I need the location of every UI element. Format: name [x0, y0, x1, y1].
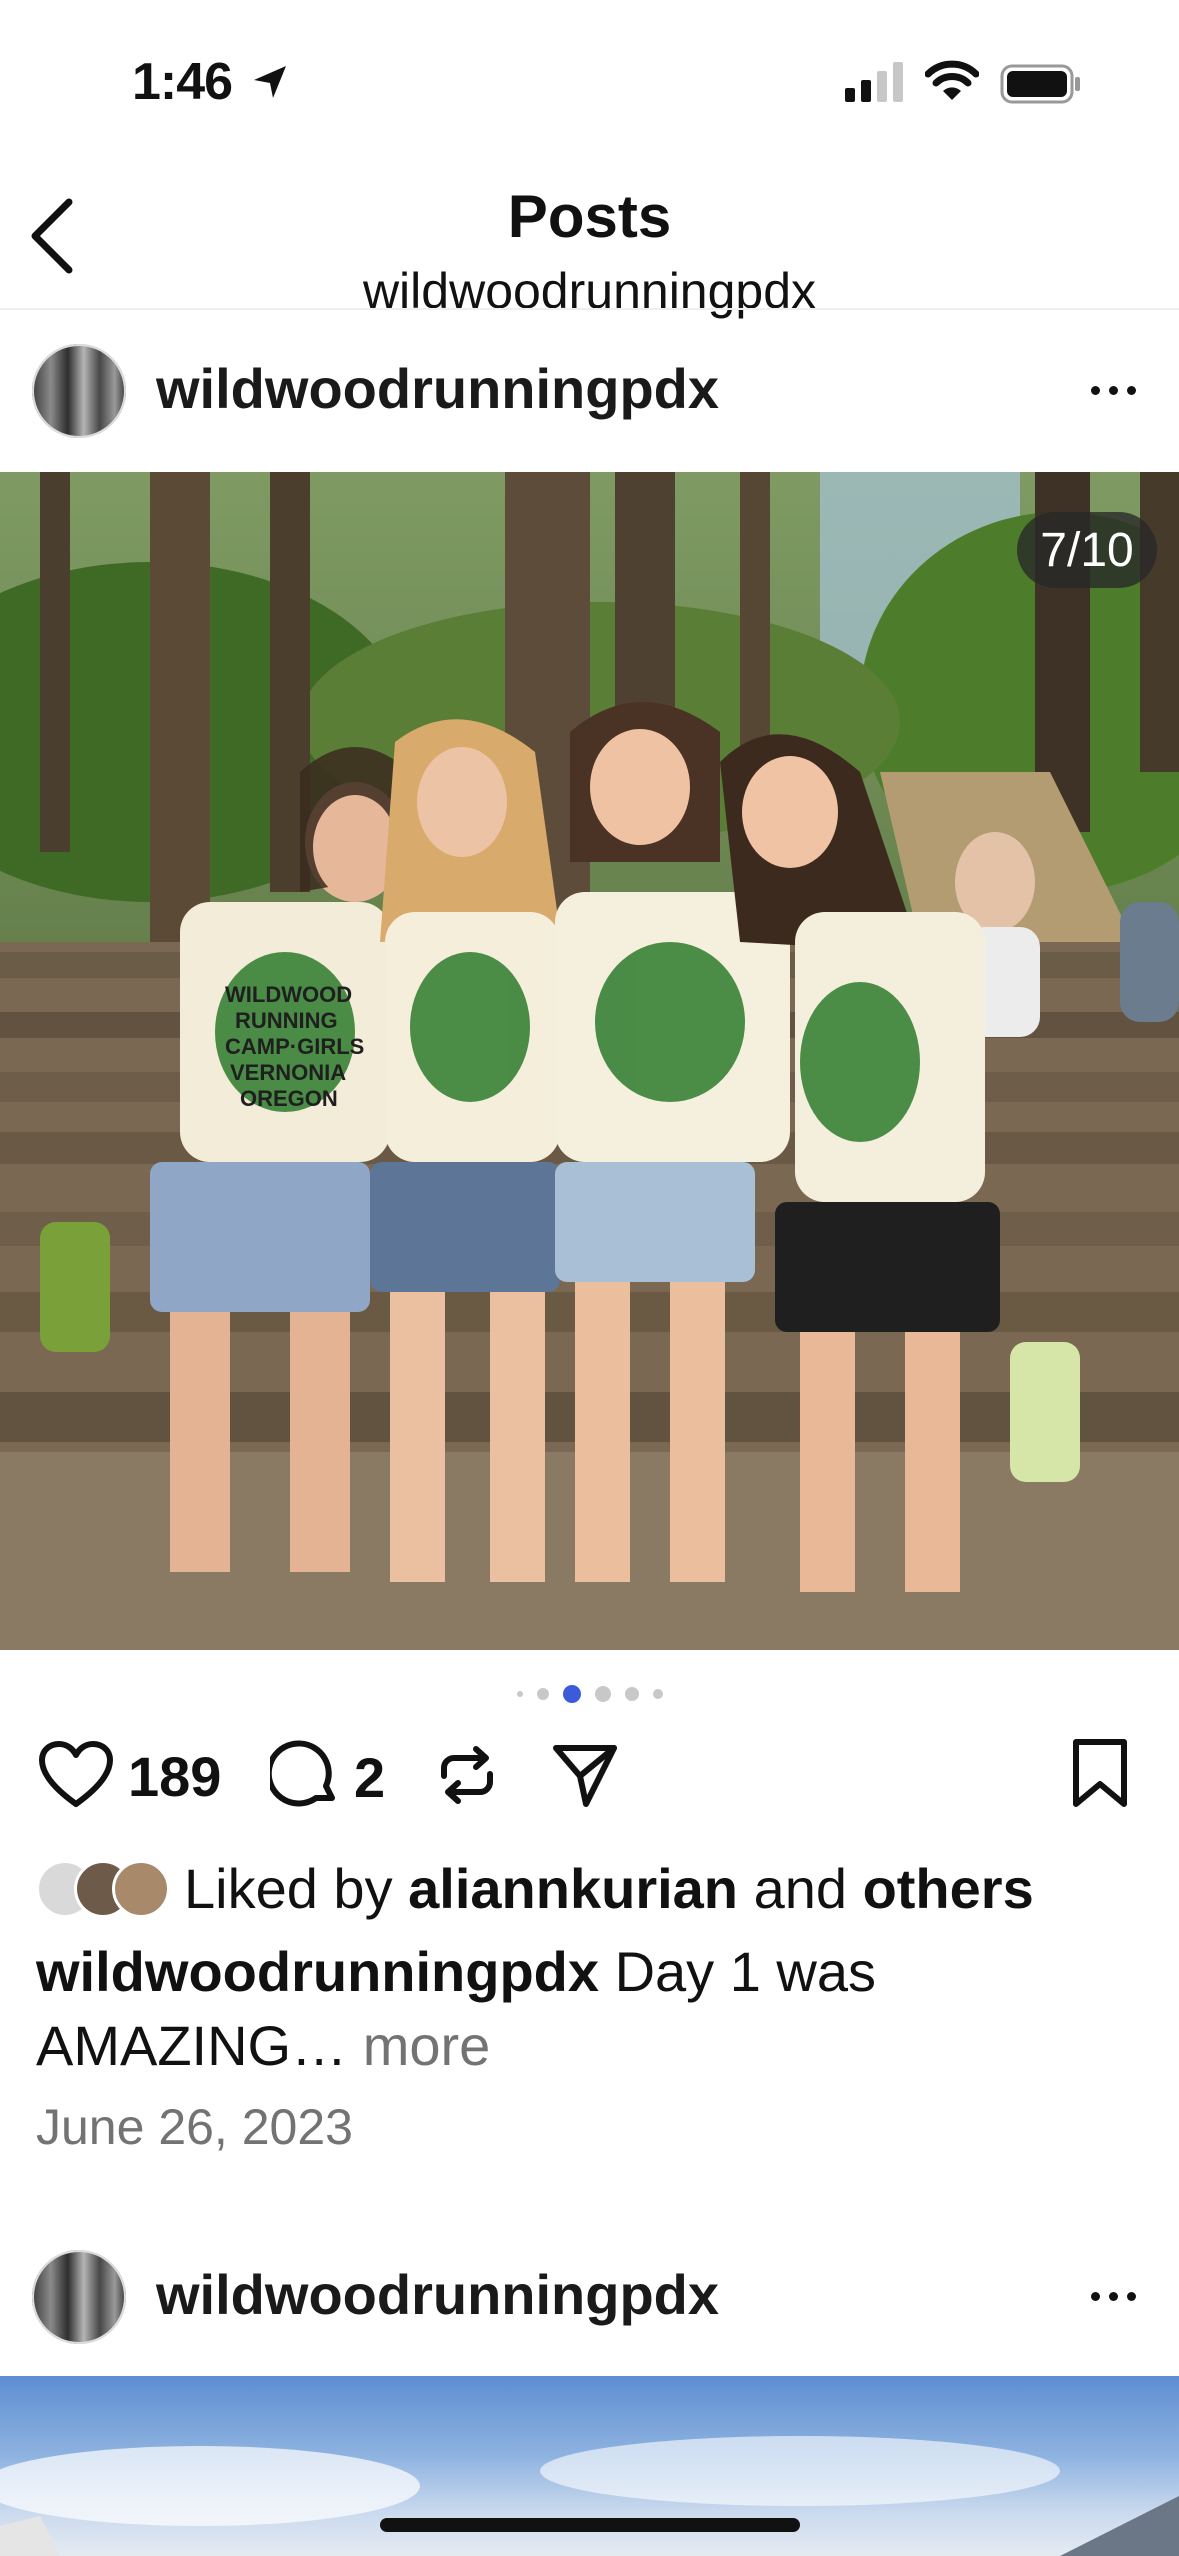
- bookmark-icon[interactable]: [1070, 1738, 1130, 1815]
- liked-by-others[interactable]: others: [863, 1856, 1034, 1921]
- comments-count: 2: [354, 1746, 386, 1809]
- post-caption: wildwoodrunningpdx Day 1 was AMAZING… mo…: [36, 1935, 1136, 2083]
- shirt-text-2: RUNNING: [235, 1008, 338, 1033]
- carousel-dot: [624, 1687, 639, 1701]
- cellular-signal-icon: [845, 62, 905, 107]
- status-time: 1:46: [132, 53, 233, 111]
- heart-icon: [38, 1740, 114, 1813]
- share-icon[interactable]: [550, 1742, 620, 1815]
- divider: [0, 308, 1179, 310]
- caption-username[interactable]: wildwoodrunningpdx: [36, 1940, 599, 2003]
- liked-by-prefix: Liked by: [184, 1857, 393, 1920]
- post-image[interactable]: WILDWOOD RUNNING CAMP·GIRLS VERNONIA ORE…: [0, 472, 1179, 1650]
- shirt-text-5: OREGON: [240, 1086, 338, 1111]
- image-counter-badge: 7/10: [1017, 512, 1157, 588]
- liked-by-and: and: [753, 1857, 848, 1920]
- like-button[interactable]: 189: [38, 1740, 221, 1813]
- page-subtitle: wildwoodrunningpdx: [362, 263, 817, 319]
- shirt-text-1: WILDWOOD: [225, 982, 352, 1007]
- carousel-dot: [594, 1686, 611, 1702]
- carousel-dot-active: [562, 1685, 581, 1703]
- avatar[interactable]: [32, 2250, 126, 2344]
- page-title: Posts: [507, 183, 672, 250]
- caption-more-link[interactable]: more: [363, 2014, 491, 2077]
- comment-icon: [265, 1740, 340, 1815]
- battery-icon: [1000, 64, 1082, 109]
- carousel-dot: [536, 1688, 549, 1700]
- comment-button[interactable]: 2: [265, 1740, 386, 1815]
- shirt-text-3: CAMP·GIRLS: [225, 1034, 364, 1059]
- carousel-dot: [652, 1689, 663, 1699]
- wifi-icon: [924, 60, 980, 107]
- home-indicator: [380, 2518, 800, 2532]
- repost-icon[interactable]: [432, 1740, 502, 1815]
- carousel-dot: [516, 1691, 523, 1697]
- liked-by-line[interactable]: Liked by aliannkurian and others: [36, 1856, 1034, 1921]
- more-icon[interactable]: [1078, 370, 1148, 410]
- shirt-text-4: VERNONIA: [230, 1060, 346, 1085]
- next-post-username[interactable]: wildwoodrunningpdx: [156, 2262, 719, 2327]
- more-icon[interactable]: [1078, 2276, 1148, 2316]
- post-date: June 26, 2023: [36, 2099, 353, 2155]
- avatar[interactable]: [32, 344, 126, 438]
- location-arrow-icon: [250, 62, 290, 107]
- liked-by-user[interactable]: aliannkurian: [408, 1856, 738, 1921]
- liker-avatar: [112, 1859, 170, 1918]
- carousel-dots: [0, 1685, 1179, 1703]
- post-username[interactable]: wildwoodrunningpdx: [156, 356, 719, 421]
- likes-count: 189: [128, 1745, 222, 1808]
